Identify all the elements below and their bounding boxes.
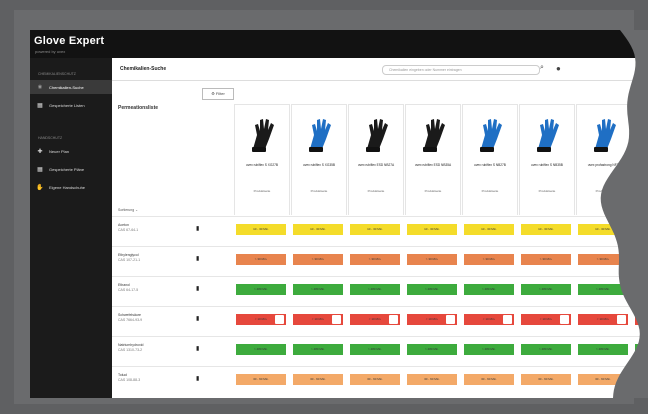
app-window: Glove Expert powered by uvex CHEMIKALIEN…	[30, 30, 648, 398]
wave-overlay	[600, 30, 648, 398]
